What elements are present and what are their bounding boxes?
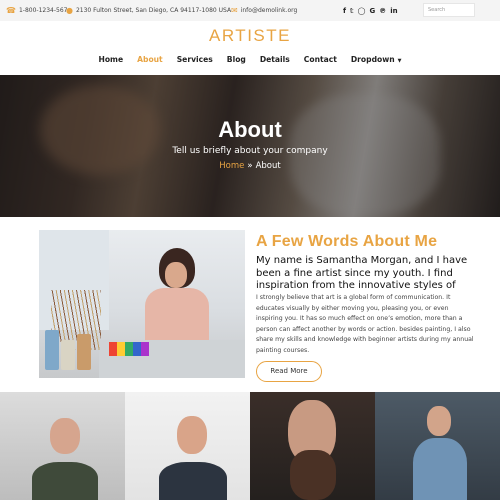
email-link[interactable]: info@demolink.org bbox=[241, 7, 298, 14]
address-text: 2130 Fulton Street, San Diego, CA 94117-… bbox=[75, 7, 232, 14]
email-contact[interactable]: ✉ info@demolink.org bbox=[231, 0, 297, 21]
photo-jar bbox=[61, 340, 75, 370]
main-nav: Home About Services Blog Details Contact… bbox=[0, 55, 500, 64]
page-subtitle: Tell us briefly about your company bbox=[172, 146, 328, 156]
nav-item-home[interactable]: Home bbox=[98, 55, 123, 64]
search-input[interactable]: Search bbox=[423, 3, 475, 17]
photo-brush-jars bbox=[43, 290, 103, 370]
team-photo-4[interactable] bbox=[375, 392, 500, 500]
team-photo-1[interactable] bbox=[0, 392, 125, 500]
phone-icon: ☎ bbox=[6, 6, 16, 15]
photo-beard bbox=[290, 450, 336, 500]
linkedin-icon[interactable]: in bbox=[390, 7, 397, 15]
photo-head bbox=[50, 418, 80, 454]
address-contact: ● 2130 Fulton Street, San Diego, CA 9411… bbox=[66, 0, 231, 21]
photo-body bbox=[32, 462, 98, 500]
top-bar: ☎ 1-800-1234-567 ● 2130 Fulton Street, S… bbox=[0, 0, 500, 21]
hero-banner: About Tell us briefly about your company… bbox=[0, 75, 500, 217]
breadcrumb-home[interactable]: Home bbox=[219, 161, 244, 171]
phone-number[interactable]: 1-800-1234-567 bbox=[19, 7, 68, 14]
social-links: f 𝕥 ◯ G ℗ in bbox=[343, 0, 398, 21]
artist-photo bbox=[39, 230, 245, 378]
photo-body bbox=[159, 462, 227, 500]
nav-item-dropdown-label: Dropdown bbox=[350, 55, 395, 64]
photo-body bbox=[413, 438, 467, 500]
photo-face bbox=[165, 262, 187, 288]
about-body-text: I strongly believe that art is a global … bbox=[256, 294, 474, 354]
instagram-icon[interactable]: ◯ bbox=[358, 7, 366, 15]
chevron-down-icon: ▼ bbox=[397, 58, 402, 64]
pinterest-icon[interactable]: ℗ bbox=[379, 7, 386, 15]
team-photo-3[interactable] bbox=[250, 392, 375, 500]
breadcrumb: Home» About bbox=[0, 161, 500, 171]
photo-head bbox=[427, 406, 451, 436]
photo-shirt bbox=[145, 288, 209, 348]
about-heading: A Few Words About Me bbox=[256, 233, 438, 250]
nav-item-blog[interactable]: Blog bbox=[227, 55, 246, 64]
breadcrumb-current: About bbox=[255, 161, 281, 171]
nav-item-dropdown[interactable]: Dropdown ▼ bbox=[351, 55, 402, 64]
facebook-icon[interactable]: f bbox=[343, 7, 346, 15]
twitter-icon[interactable]: 𝕥 bbox=[350, 7, 354, 15]
nav-item-about[interactable]: About bbox=[137, 55, 163, 64]
about-lead-text: My name is Samantha Morgan, and I have b… bbox=[256, 255, 468, 291]
envelope-icon: ✉ bbox=[231, 6, 238, 15]
read-more-button[interactable]: Read More bbox=[256, 361, 322, 382]
phone-contact[interactable]: ☎ 1-800-1234-567 bbox=[6, 0, 67, 21]
photo-artist-figure bbox=[139, 248, 209, 348]
photo-paint-palette bbox=[109, 342, 149, 356]
nav-item-contact[interactable]: Contact bbox=[304, 55, 337, 64]
nav-item-services[interactable]: Services bbox=[177, 55, 213, 64]
google-plus-icon[interactable]: G bbox=[369, 7, 375, 15]
map-pin-icon: ● bbox=[66, 6, 73, 15]
photo-head bbox=[177, 416, 207, 454]
site-logo[interactable]: ARTISTE bbox=[0, 26, 500, 46]
photo-jar bbox=[77, 334, 91, 370]
breadcrumb-separator: » bbox=[247, 161, 253, 171]
team-gallery bbox=[0, 392, 500, 500]
nav-item-details[interactable]: Details bbox=[260, 55, 290, 64]
photo-jar bbox=[45, 330, 59, 370]
team-photo-2[interactable] bbox=[125, 392, 250, 500]
page-title: About bbox=[218, 117, 282, 142]
